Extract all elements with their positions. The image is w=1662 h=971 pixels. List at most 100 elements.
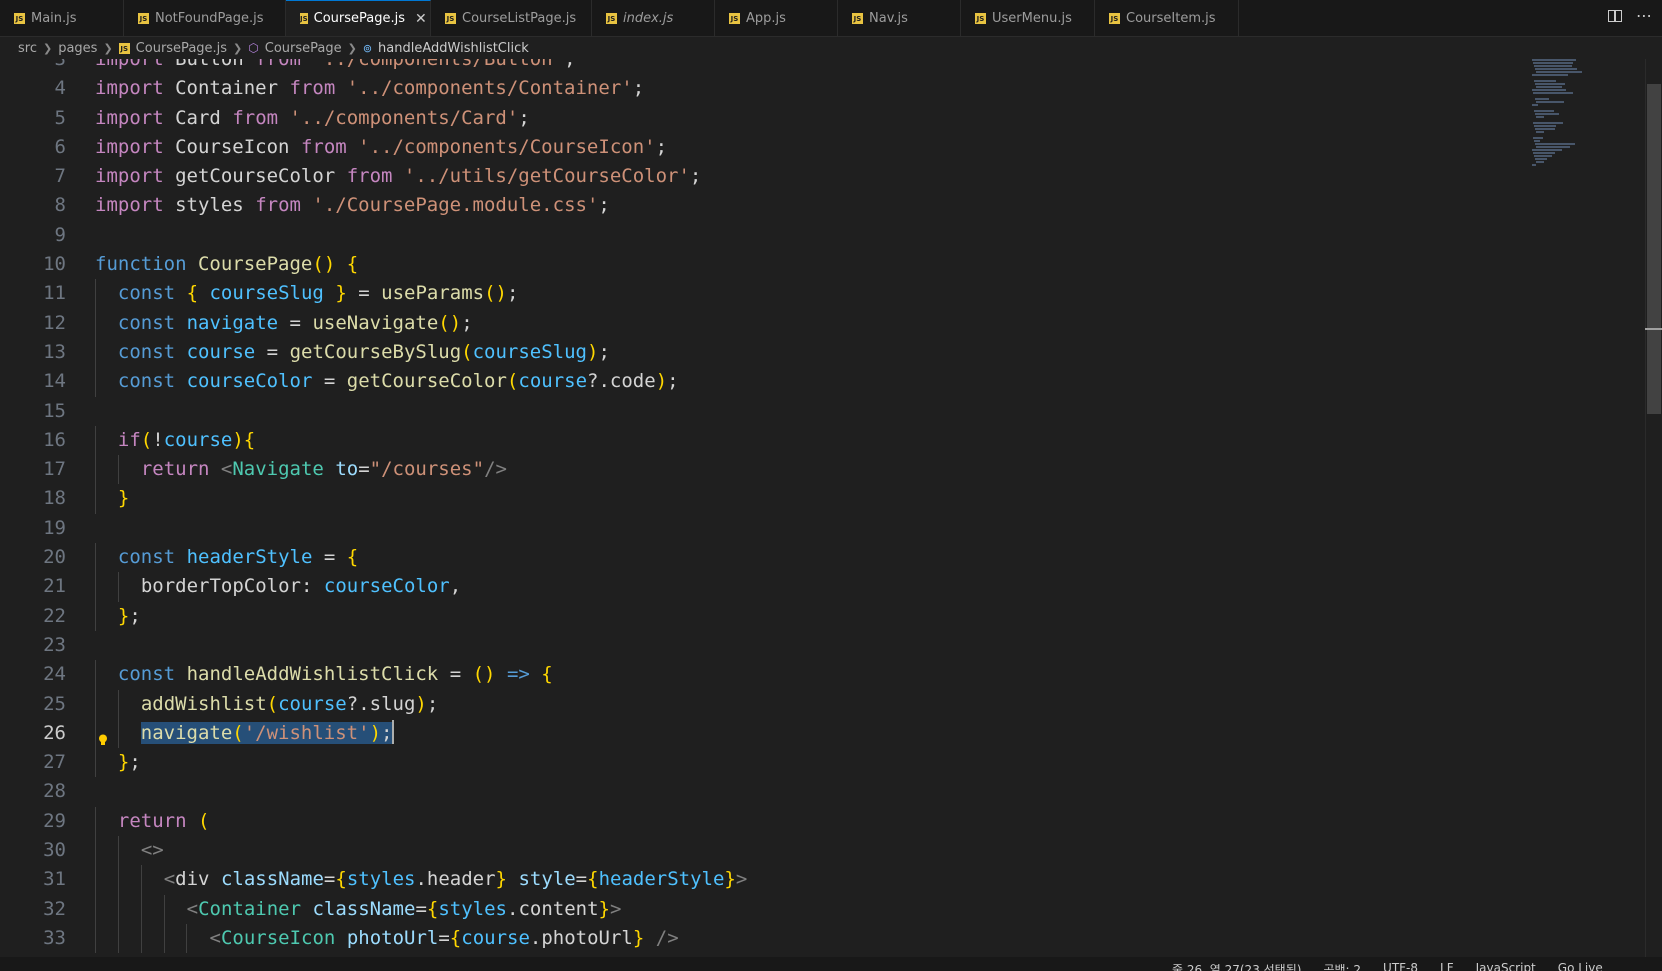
- code-line[interactable]: 15: [0, 397, 1530, 426]
- minimap-line: [1532, 89, 1566, 91]
- code-line[interactable]: 30 <>: [0, 836, 1530, 866]
- tab-courselistpage-js[interactable]: JS CourseListPage.js: [431, 0, 592, 36]
- code-line[interactable]: 3 import Button from '../components/Butto…: [0, 59, 1530, 74]
- js-file-icon: JS: [729, 12, 740, 24]
- line-number: 8: [54, 194, 66, 217]
- tab-notfoundpage-js[interactable]: JS NotFoundPage.js: [124, 0, 286, 36]
- status-language[interactable]: JavaScript: [1476, 961, 1536, 971]
- tab-nav-js[interactable]: JS Nav.js: [838, 0, 961, 36]
- code-line[interactable]: 25 addWishlist(course?.slug);: [0, 689, 1530, 719]
- code-line[interactable]: 24 const handleAddWishlistClick = () => …: [0, 660, 1530, 690]
- code-text: const { courseSlug } = useParams();: [117, 282, 519, 305]
- breadcrumb-file[interactable]: CoursePage.js: [136, 41, 227, 56]
- tab-index-js[interactable]: JS index.js: [592, 0, 715, 36]
- minimap[interactable]: [1530, 59, 1645, 169]
- minimap-line: [1536, 101, 1564, 103]
- code-text: return <Navigate to="/courses"/>: [140, 458, 507, 481]
- method-icon: ⊚: [362, 41, 373, 55]
- js-file-icon: JS: [975, 12, 986, 24]
- text-cursor: [392, 719, 395, 744]
- code-line[interactable]: 10 function CoursePage() {: [0, 250, 1530, 279]
- code-line[interactable]: 26 navigate('/wishlist');: [0, 718, 1530, 749]
- code-line[interactable]: 18 }: [0, 484, 1530, 514]
- code-editor[interactable]: 3 import Button from '../components/Butto…: [0, 59, 1662, 957]
- chevron-right-icon: ❯: [347, 41, 357, 55]
- code-text: addWishlist(course?.slug);: [140, 692, 439, 715]
- code-line[interactable]: 27 };: [0, 748, 1530, 778]
- breadcrumb-method[interactable]: handleAddWishlistClick: [378, 41, 529, 56]
- status-indentation[interactable]: 공백: 2: [1323, 961, 1361, 971]
- more-actions-icon[interactable]: ⋯: [1636, 6, 1652, 25]
- line-number: 20: [43, 546, 66, 569]
- code-line[interactable]: 32 <Container className={styles.content}…: [0, 894, 1530, 924]
- line-number: 14: [43, 370, 66, 393]
- code-line[interactable]: 13 const course = getCourseBySlug(course…: [0, 337, 1530, 368]
- code-line[interactable]: 8 import styles from './CoursePage.module…: [0, 191, 1530, 220]
- code-text: <Container className={styles.content}>: [186, 897, 622, 920]
- line-number: 25: [43, 692, 66, 715]
- minimap-line: [1532, 104, 1538, 106]
- minimap-line: [1535, 113, 1559, 115]
- status-encoding[interactable]: UTF-8: [1383, 961, 1418, 971]
- line-number: 17: [43, 458, 66, 481]
- code-line[interactable]: 21 borderTopColor: courseColor,: [0, 572, 1530, 602]
- code-line[interactable]: 12 const navigate = useNavigate();: [0, 308, 1530, 338]
- tab-coursepage-js[interactable]: JS CoursePage.js ✕: [286, 0, 431, 36]
- code-line[interactable]: 5 import Card from '../components/Card';: [0, 104, 1530, 133]
- code-line[interactable]: 31 <div className={styles.header} style=…: [0, 865, 1530, 895]
- code-line[interactable]: 28: [0, 777, 1530, 806]
- code-line[interactable]: 33 <CourseIcon photoUrl={course.photoUrl…: [0, 923, 1530, 954]
- minimap-line: [1533, 152, 1555, 154]
- code-line[interactable]: 22 };: [0, 601, 1530, 631]
- scrollbar-thumb[interactable]: [1647, 84, 1661, 414]
- code-line[interactable]: 29 return (: [0, 806, 1530, 837]
- breadcrumb-pages[interactable]: pages: [58, 41, 97, 56]
- code-line[interactable]: 23: [0, 631, 1530, 660]
- breadcrumb-src[interactable]: src: [18, 41, 37, 56]
- line-number: 27: [43, 751, 66, 774]
- line-number: 6: [54, 135, 66, 158]
- code-line[interactable]: 14 const courseColor = getCourseColor(co…: [0, 367, 1530, 397]
- status-golive[interactable]: Go Live: [1558, 961, 1603, 971]
- code-line[interactable]: 11 const { courseSlug } = useParams();: [0, 279, 1530, 309]
- tab-label: Nav.js: [869, 10, 908, 26]
- code-line[interactable]: 17 return <Navigate to="/courses"/>: [0, 455, 1530, 485]
- status-eol[interactable]: LF: [1440, 961, 1454, 971]
- split-editor-icon[interactable]: [1608, 10, 1622, 22]
- tab-label: App.js: [746, 10, 786, 26]
- code-text: function CoursePage() {: [95, 253, 359, 276]
- tab-courseitem-js[interactable]: JS CourseItem.js: [1095, 0, 1239, 36]
- code-text: };: [117, 751, 141, 774]
- tab-label: CourseItem.js: [1126, 10, 1216, 26]
- code-text: }: [117, 487, 130, 510]
- code-text: return (: [117, 809, 210, 832]
- line-number: 32: [43, 897, 66, 920]
- minimap-line: [1534, 125, 1556, 127]
- tab-app-js[interactable]: JS App.js: [715, 0, 838, 36]
- minimap-line: [1532, 149, 1562, 151]
- code-text: import styles from './CoursePage.module.…: [95, 194, 610, 217]
- breadcrumb-symbol[interactable]: CoursePage: [265, 41, 342, 56]
- code-line[interactable]: 4 import Container from '../components/Co…: [0, 74, 1530, 103]
- close-icon[interactable]: ✕: [415, 11, 427, 27]
- code-line[interactable]: 7 import getCourseColor from '../utils/ge…: [0, 162, 1530, 191]
- cube-icon: ⬡: [248, 41, 259, 55]
- code-text: import getCourseColor from '../utils/get…: [95, 165, 702, 188]
- line-number: 33: [43, 926, 66, 949]
- tab-usermenu-js[interactable]: JS UserMenu.js: [961, 0, 1095, 36]
- minimap-line: [1535, 143, 1575, 145]
- code-line[interactable]: 20 const headerStyle = {: [0, 543, 1530, 573]
- tab-bar: JS Main.js JS NotFoundPage.js JS CourseP…: [0, 0, 1662, 37]
- minimap-line: [1533, 122, 1563, 124]
- tab-label: CoursePage.js: [313, 11, 406, 26]
- code-line[interactable]: 19: [0, 514, 1530, 543]
- minimap-line: [1536, 71, 1582, 73]
- tab-main-js[interactable]: JS Main.js: [0, 0, 124, 36]
- code-text: import Button from '../components/Button…: [95, 59, 576, 70]
- code-line[interactable]: 6 import CourseIcon from '../components/C…: [0, 133, 1530, 162]
- status-cursor-position[interactable]: 줄 26, 열 27(23 선택됨): [1172, 961, 1301, 971]
- code-line[interactable]: 16 if(!course){: [0, 425, 1530, 456]
- code-text: const handleAddWishlistClick = () => {: [117, 663, 553, 686]
- minimap-line: [1532, 74, 1568, 76]
- code-line[interactable]: 9: [0, 221, 1530, 250]
